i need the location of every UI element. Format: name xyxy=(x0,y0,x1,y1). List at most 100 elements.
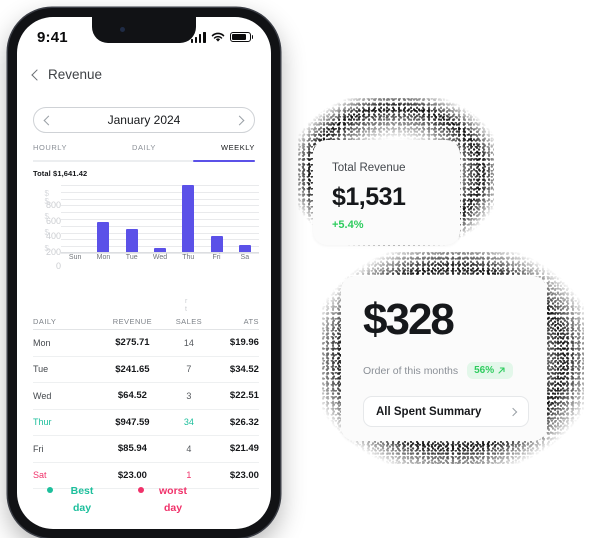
battery-icon xyxy=(229,31,253,43)
table-cell-sales: 1 xyxy=(186,470,192,481)
table-cell-sales: 4 xyxy=(186,443,192,454)
table-body: Mon $275.71 14 $19.96 Tue $241.65 7 $34.52 Wed $6… xyxy=(33,330,259,489)
chart-bar[interactable] xyxy=(182,185,195,253)
chart-total-label: Total $1,641.42 xyxy=(33,169,88,178)
tab-weekly[interactable]: WEEKLY xyxy=(221,143,255,158)
revenue-table: DAILY REVENUE SALES ATS Mon $275.71 14 $19.… xyxy=(33,313,259,489)
chart-bar-cell[interactable] xyxy=(89,185,117,253)
chart-x-axis-labels: Sun Mon Tue Wed Thu Fri Sa xyxy=(61,254,259,267)
chart-baseline xyxy=(61,252,259,253)
table-cell-day: Fri xyxy=(33,443,44,454)
phone-notch xyxy=(92,17,196,43)
table-row[interactable]: Fri $85.94 4 $21.49 xyxy=(33,436,259,463)
nav-bar: Revenue xyxy=(17,67,271,82)
tab-hourly[interactable]: HOURLY xyxy=(33,143,67,158)
all-spent-summary-label: All Spent Summary xyxy=(376,405,482,418)
legend-dot-worst-icon xyxy=(138,487,144,493)
table-cell-revenue: $23.00 xyxy=(117,469,147,481)
x-axis-tick-label: Tue xyxy=(125,254,138,261)
table-row[interactable]: Thur $947.59 34 $26.32 xyxy=(33,410,259,436)
legend-item-best-day: Best day xyxy=(47,483,104,518)
chart-legend: Best day worst day xyxy=(33,483,259,518)
month-picker[interactable]: January 2024 xyxy=(33,107,255,133)
table-row[interactable]: Tue $241.65 7 $34.52 xyxy=(33,357,259,383)
status-badge: 56% xyxy=(467,362,514,379)
spent-amount-value: $328 xyxy=(363,295,455,344)
next-month-chevron-right-icon[interactable] xyxy=(234,115,245,125)
y-axis-currency-symbol: $ xyxy=(44,243,49,253)
status-bar-clock: 9:41 xyxy=(37,28,68,46)
all-spent-summary-button[interactable]: All Spent Summary xyxy=(363,396,529,427)
stray-glyph-t: t xyxy=(185,306,187,313)
table-cell-sales: 34 xyxy=(183,417,194,428)
tab-active-underline xyxy=(193,159,255,162)
table-cell-ats: $26.32 xyxy=(229,416,259,428)
chart-bar[interactable] xyxy=(97,221,110,253)
table-row[interactable]: Wed $64.52 3 $22.51 xyxy=(33,383,259,410)
all-spent-card: $328 Order of this months 56% All Spent … xyxy=(341,276,547,441)
table-header-row: DAILY REVENUE SALES ATS xyxy=(33,313,259,330)
phone-screen: 9:41 Revenue January 2024 HOURLY DAILY W… xyxy=(17,17,271,529)
chart-bar-cell[interactable] xyxy=(146,185,174,253)
chart-bars xyxy=(61,185,259,253)
y-axis-currency-symbol: $ xyxy=(44,196,49,206)
chevron-right-icon xyxy=(508,407,518,416)
status-badge-value: 56% xyxy=(474,365,495,376)
table-cell-revenue: $275.71 xyxy=(115,337,150,349)
page-title: Revenue xyxy=(48,67,103,82)
table-cell-revenue: $64.52 xyxy=(117,390,147,402)
column-header-revenue: REVENUE xyxy=(112,316,153,326)
month-label: January 2024 xyxy=(107,113,181,127)
table-cell-day: Sat xyxy=(33,470,47,481)
chart-bar-cell[interactable] xyxy=(61,185,89,253)
column-header-ats: ATS xyxy=(243,316,259,326)
spent-meta-row: Order of this months 56% xyxy=(363,362,547,379)
table-cell-revenue: $85.94 xyxy=(117,443,147,455)
table-cell-ats: $22.51 xyxy=(229,390,259,402)
column-header-daily: DAILY xyxy=(33,316,57,326)
legend-label-worst: worst day xyxy=(158,485,187,515)
table-cell-revenue: $947.59 xyxy=(115,416,150,428)
table-row[interactable]: Mon $275.71 14 $19.96 xyxy=(33,330,259,357)
table-cell-sales: 7 xyxy=(186,364,192,375)
total-revenue-label: Total Revenue xyxy=(332,162,406,174)
chart-bar-cell[interactable] xyxy=(174,185,202,253)
chart-bar-cell[interactable] xyxy=(118,185,146,253)
table-cell-day: Wed xyxy=(33,390,52,401)
x-axis-tick-label: Wed xyxy=(152,254,168,261)
x-axis-tick-label: Fri xyxy=(212,254,221,261)
column-header-sales: SALES xyxy=(175,316,203,326)
front-camera-icon xyxy=(120,27,125,32)
legend-item-worst-day: worst day xyxy=(138,483,195,518)
legend-label-best: Best day xyxy=(70,485,94,515)
chart-bar-cell[interactable] xyxy=(202,185,230,253)
chart-plot-area: 800 600 400 200 0 $ $ $ $ $ Sun Mon Tue Wed Thu Fri Sa xyxy=(33,183,259,270)
x-axis-tick-label: Sun xyxy=(68,254,82,261)
table-cell-ats: $34.52 xyxy=(229,363,259,375)
chart-bar[interactable] xyxy=(125,229,138,253)
table-cell-revenue: $241.65 xyxy=(115,363,150,375)
tab-daily[interactable]: DAILY xyxy=(132,143,156,158)
stray-glyph-r: r xyxy=(185,298,188,305)
x-axis-tick-label: Mon xyxy=(96,254,111,261)
table-cell-ats: $21.49 xyxy=(229,443,259,455)
table-cell-day: Thur xyxy=(33,417,52,428)
spent-order-label: Order of this months xyxy=(363,364,459,377)
back-chevron-left-icon[interactable] xyxy=(31,68,43,81)
table-cell-day: Tue xyxy=(33,364,49,375)
table-cell-ats: $19.96 xyxy=(229,337,259,349)
total-revenue-card: Total Revenue $1,531 +5.4% xyxy=(313,140,460,245)
total-revenue-value: $1,531 xyxy=(332,183,406,211)
x-axis-tick-label: Thu xyxy=(182,254,195,261)
table-cell-day: Mon xyxy=(33,337,51,348)
chart-y-axis: 800 600 400 200 0 $ $ $ $ $ xyxy=(33,183,63,270)
arrow-up-right-icon xyxy=(498,367,505,374)
period-tabs[interactable]: HOURLY DAILY WEEKLY xyxy=(33,143,255,158)
revenue-bar-chart: Total $1,641.42 800 600 400 200 0 $ $ $ $ $ Sun Mo… xyxy=(33,169,259,289)
table-cell-sales: 3 xyxy=(186,390,192,401)
table-cell-ats: $23.00 xyxy=(229,469,259,481)
chart-bar-cell[interactable] xyxy=(231,185,259,253)
table-cell-sales: 14 xyxy=(183,337,194,348)
y-axis-currency-symbol: $ xyxy=(44,212,49,222)
chart-bar[interactable] xyxy=(210,236,223,253)
